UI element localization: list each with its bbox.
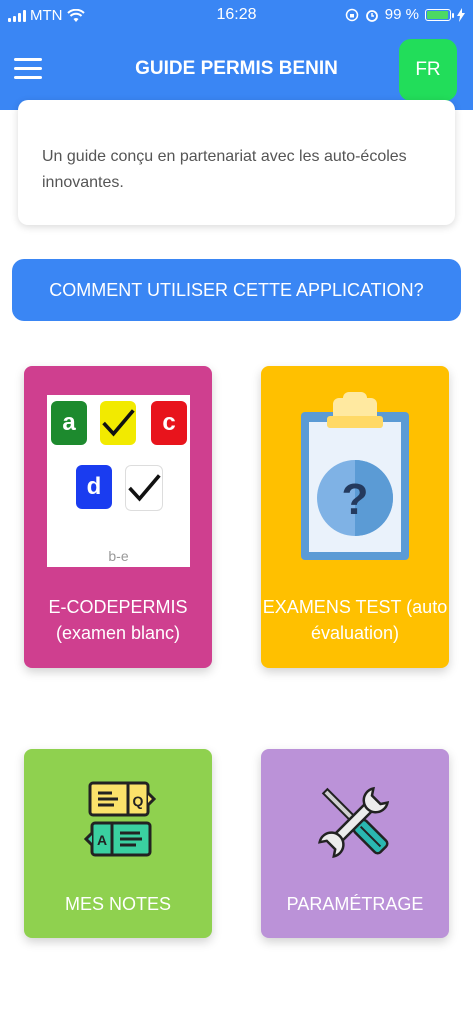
answer-e-checked xyxy=(125,465,163,511)
svg-text:?: ? xyxy=(342,475,369,524)
check-icon xyxy=(102,409,135,437)
tile-e-codepermis[interactable]: a c d b-e E-CODEPERMIS (examen blanc) xyxy=(24,366,212,668)
tile-label: EXAMENS TEST (auto xyxy=(262,597,448,617)
lock-rotation-icon xyxy=(345,8,359,21)
status-bar: MTN 16:28 99 % xyxy=(0,0,473,30)
quiz-image: a c d b-e xyxy=(47,395,190,567)
tile-label: PARAMÉTRAGE xyxy=(286,894,424,914)
info-card: Un guide conçu en partenariat avec les a… xyxy=(18,100,455,225)
battery-icon xyxy=(425,8,454,21)
notes-q-letter: Q xyxy=(133,793,144,809)
tile-mes-notes[interactable]: Q A MES NOTES xyxy=(24,749,212,938)
tools-icon xyxy=(318,786,390,858)
tile-label: évaluation) xyxy=(310,623,400,643)
notes-a-letter: A xyxy=(97,832,107,848)
quiz-caption: b-e xyxy=(108,548,129,564)
check-icon xyxy=(128,474,161,502)
charging-icon xyxy=(457,7,465,22)
language-button[interactable]: FR xyxy=(399,39,457,101)
tile-examens-test[interactable]: ? EXAMENS TEST (auto évaluation) xyxy=(261,366,449,668)
notes-qa-icon: Q A xyxy=(84,781,156,857)
answer-d: d xyxy=(76,465,112,509)
answer-a: a xyxy=(51,401,87,445)
clipboard-question-icon: ? xyxy=(301,392,409,560)
how-to-use-button[interactable]: COMMENT UTILISER CETTE APPLICATION? xyxy=(12,259,461,321)
answer-b-checked xyxy=(100,401,136,445)
tile-label: (examen blanc) xyxy=(55,623,181,643)
battery-percent: 99 % xyxy=(384,6,419,23)
alarm-icon xyxy=(365,9,378,22)
tile-parametrage[interactable]: PARAMÉTRAGE xyxy=(261,749,449,938)
answer-c: c xyxy=(151,401,187,445)
tile-label: MES NOTES xyxy=(64,894,171,914)
tile-label: E-CODEPERMIS xyxy=(48,597,188,617)
app-header: MTN 16:28 99 % GUIDE PERMIS BENIN FR xyxy=(0,0,473,110)
info-text: Un guide conçu en partenariat avec les a… xyxy=(42,148,407,191)
